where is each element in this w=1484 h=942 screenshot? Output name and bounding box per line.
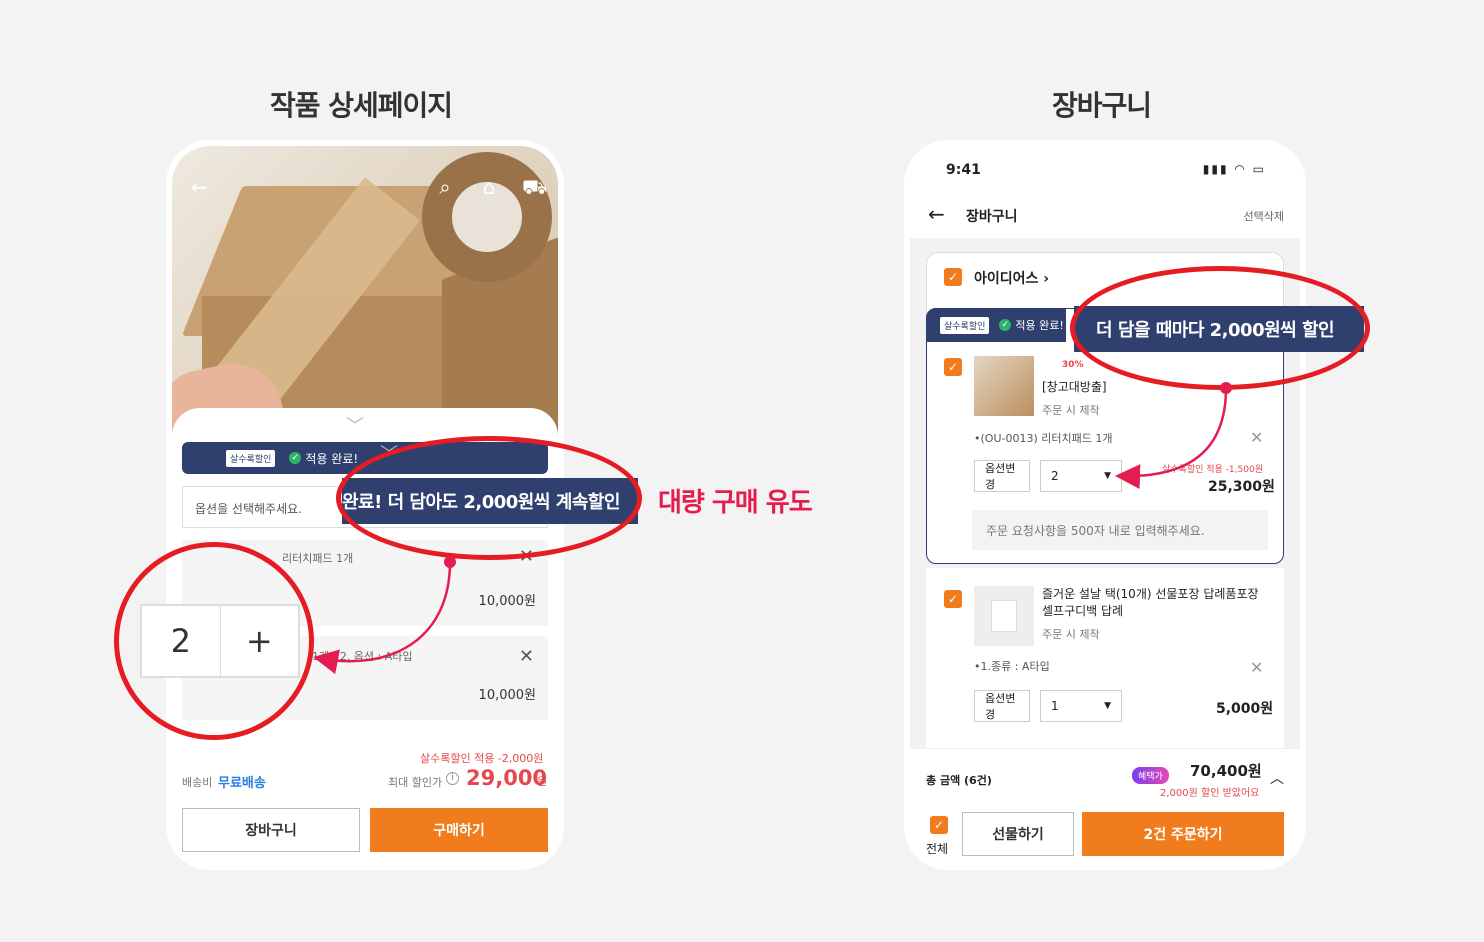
item1-made: 주문 시 제작 [1042,404,1100,417]
add-to-cart-button[interactable]: 장바구니 [182,808,360,852]
item1-checkbox[interactable]: ✓ [944,358,962,376]
item1-thumbnail[interactable] [974,356,1034,416]
saved-text: 2,000원 할인 받았어요 [1160,788,1260,799]
callout-label: 대량 구매 유도 [658,488,813,518]
item2-qty: 1 [1051,699,1059,713]
item2-qty-select[interactable]: 1 ▼ [1040,690,1122,722]
max-discount-label: 최대 할인가 [388,776,443,789]
order-memo-input[interactable]: 주문 요청사항을 500자 내로 입력해주세요. [972,510,1268,550]
close-icon[interactable]: ✕ [1250,658,1263,677]
applied-discount-text: 살수록할인 적용 -2,000원 [420,752,544,765]
discount-pill: 살수록할인 [226,449,276,467]
item1-qty: 2 [1051,469,1059,483]
chevron-down-icon: ﹀ [380,444,398,465]
item2-name[interactable]: 즐거운 설날 택(10개) 선물포장 답례품포장 셀프구디백 답례 [1042,586,1268,620]
item2-thumbnail[interactable] [974,586,1034,646]
item1-badge: 30% [1062,360,1084,370]
buy-button[interactable]: 구매하기 [370,808,548,852]
item1-price: 25,300원 [1208,479,1275,495]
check-icon: ✓ [999,319,1012,331]
status-icons: ▮▮▮ ◠ ▭ [1202,162,1266,176]
stepper-highlight-ring [114,542,314,740]
detail-page-heading: 작품 상세페이지 [270,89,453,122]
search-icon[interactable]: ⌕ [434,176,456,198]
close-icon[interactable]: ✕ [519,646,534,667]
banner-highlight-ring [1070,266,1370,390]
chevron-down-icon: ▼ [1104,471,1111,481]
benefit-badge-label: 혜택가 [1132,767,1169,784]
product-image: ← ⌕ ⌂ ⛟ [172,146,558,446]
check-icon: ✓ [289,452,302,464]
item1-discount: 살수록할인 적용 -1,500원 [1162,465,1263,475]
status-time: 9:41 [946,162,981,178]
price-unit: 원 [537,775,548,788]
shop-icon[interactable]: ⌂ [478,176,500,198]
shipping-label: 배송비 [182,776,213,789]
option1-text: 리터치패드 1개 [282,552,354,565]
back-arrow-icon[interactable]: ← [188,176,210,198]
gift-button[interactable]: 선물하기 [962,812,1074,856]
select-all-label: 전체 [926,842,949,856]
discount-done-text: 적용 완료! [1015,319,1064,332]
option1-price: 10,000원 [478,594,536,609]
option-change-button[interactable]: 옵션변경 [974,460,1030,492]
shop-name-label: 아이디어스 [974,271,1039,287]
order-button[interactable]: 2건 주문하기 [1082,812,1284,856]
option2-price: 10,000원 [478,688,536,703]
item1-option: •(OU-0013) 리터치패드 1개 [974,432,1113,445]
item2-checkbox[interactable]: ✓ [944,590,962,608]
cart-page-heading: 장바구니 [1052,89,1152,122]
cart-discount-bar: 살수록할인 ✓ 적용 완료! [926,308,1066,342]
discount-pill: 살수록할인 [940,316,990,334]
cart-title: 장바구니 [966,209,1018,225]
chevron-down-icon[interactable]: ﹀ [346,412,364,438]
total-label: 총 금액 (6건) [926,774,992,787]
item1-qty-select[interactable]: 2 ▼ [1040,460,1122,492]
shipping-value: 무료배송 [218,776,266,791]
chevron-up-icon[interactable]: ︿ [1270,768,1284,788]
chevron-down-icon: ▼ [1104,701,1111,711]
cart-icon[interactable]: ⛟ [522,176,547,198]
option2-text: 1개 / 2. 옵션 : A타입 [312,650,413,663]
option-change-button[interactable]: 옵션변경 [974,690,1030,722]
item2-made: 주문 시 제작 [1042,628,1100,641]
select-all-checkbox[interactable]: ✓ [930,816,948,834]
discount-done-text: 적용 완료! [305,451,359,466]
info-icon[interactable]: i [446,772,459,785]
benefit-badge: 혜택가 [1132,764,1169,784]
price-value: 29,000 [466,766,548,790]
item2-price: 5,000원 [1216,701,1274,717]
shop-name[interactable]: 아이디어스 › [974,268,1049,288]
close-icon[interactable]: ✕ [1250,428,1263,447]
item2-option: •1.종류 : A타입 [974,660,1050,673]
item1-name[interactable]: [창고대방출] [1042,378,1107,395]
select-delete-button[interactable]: 선택삭제 [1244,208,1284,224]
total-price: 70,400원 [1190,762,1262,780]
cart-phone: 9:41 ▮▮▮ ◠ ▭ ← 장바구니 선택삭제 ✓ 아이디어스 › 살수록할인… [904,140,1306,870]
shop-checkbox[interactable]: ✓ [944,268,962,286]
back-arrow-icon[interactable]: ← [928,202,945,226]
